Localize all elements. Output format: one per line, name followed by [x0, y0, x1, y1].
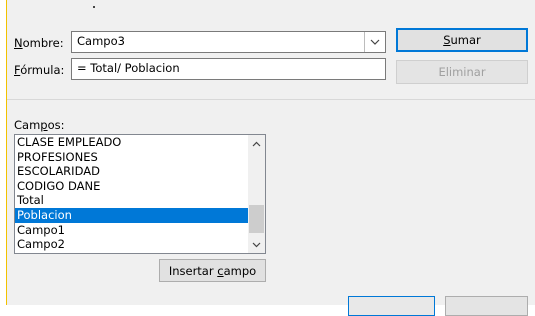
formula-value: = Total/ Poblacion: [77, 61, 180, 75]
scroll-up-button[interactable]: [248, 135, 265, 152]
campos-scrollbar[interactable]: [248, 135, 265, 253]
insertar-campo-label: Insertar campo: [168, 263, 257, 278]
aceptar-button[interactable]: [348, 296, 435, 316]
sumar-button[interactable]: Sumar: [396, 28, 528, 52]
list-item[interactable]: Campo2: [15, 237, 248, 252]
list-item-selected[interactable]: Poblacion: [15, 207, 248, 223]
scroll-thumb[interactable]: [249, 205, 264, 233]
chevron-down-icon: [370, 39, 380, 45]
formula-label: Fórmula:: [14, 63, 65, 77]
stray-dot: [93, 6, 95, 8]
campos-list: CLASE EMPLEADO PROFESIONES ESCOLARIDAD C…: [15, 135, 248, 252]
campos-label: Campos:: [14, 118, 65, 132]
formula-input[interactable]: = Total/ Poblacion: [71, 58, 386, 80]
nombre-label: Nombre:: [14, 36, 64, 50]
list-item[interactable]: PROFESIONES: [15, 150, 248, 165]
nombre-combobox[interactable]: Campo3: [71, 31, 386, 53]
cancelar-button[interactable]: [445, 296, 528, 316]
chevron-down-icon: [252, 242, 261, 247]
nombre-dropdown-button[interactable]: [364, 32, 385, 52]
list-item[interactable]: Campo1: [15, 223, 248, 238]
list-item[interactable]: Total: [15, 193, 248, 208]
separator: [7, 99, 535, 100]
insertar-campo-button[interactable]: Insertar campo: [159, 259, 266, 282]
eliminar-label: Eliminar: [438, 65, 486, 79]
chevron-up-icon: [252, 141, 261, 146]
scroll-down-button[interactable]: [248, 236, 265, 253]
list-item[interactable]: CLASE EMPLEADO: [15, 135, 248, 150]
list-item[interactable]: CODIGO DANE: [15, 179, 248, 194]
nombre-value: Campo3: [77, 34, 125, 48]
sumar-label: Sumar: [443, 33, 481, 47]
campos-listbox[interactable]: CLASE EMPLEADO PROFESIONES ESCOLARIDAD C…: [14, 134, 266, 254]
list-item[interactable]: ESCOLARIDAD: [15, 164, 248, 179]
eliminar-button[interactable]: Eliminar: [396, 60, 528, 84]
